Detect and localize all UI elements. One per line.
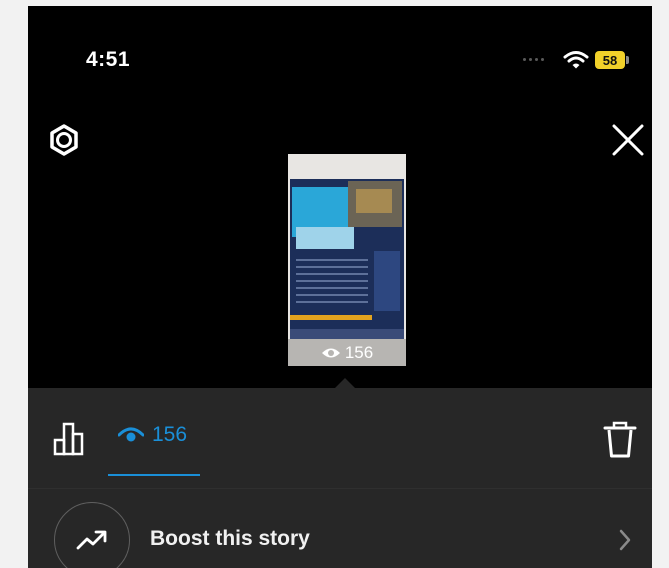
battery-nub xyxy=(626,56,629,64)
close-button[interactable] xyxy=(608,120,648,160)
gear-icon xyxy=(50,124,78,156)
bar-chart-icon xyxy=(53,422,84,456)
thumbnail-pointer xyxy=(335,378,355,388)
wifi-icon xyxy=(563,51,589,69)
story-thumbnail[interactable]: 156 xyxy=(288,154,406,366)
trash-icon xyxy=(603,421,637,458)
trending-up-icon xyxy=(76,530,107,550)
cellular-signal-icon xyxy=(523,58,544,61)
story-viewer: 4:51 58 156 156 Boost this story xyxy=(28,6,652,568)
insights-panel: 156 Boost this story xyxy=(28,388,652,568)
active-tab-indicator xyxy=(108,474,200,476)
divider xyxy=(28,488,652,489)
status-time: 4:51 xyxy=(86,48,131,71)
chevron-right-icon xyxy=(619,529,631,551)
close-icon xyxy=(612,124,644,156)
insights-button[interactable] xyxy=(52,418,92,458)
eye-icon xyxy=(321,348,340,357)
story-flyer-image xyxy=(290,179,404,339)
viewers-count: 156 xyxy=(152,423,188,446)
delete-button[interactable] xyxy=(602,420,638,460)
viewers-tab[interactable]: 156 xyxy=(112,414,193,456)
settings-button[interactable] xyxy=(46,122,82,158)
eye-icon xyxy=(118,427,144,442)
thumbnail-view-count: 156 xyxy=(288,339,406,366)
battery-level: 58 xyxy=(602,52,618,68)
battery-indicator: 58 xyxy=(595,51,625,69)
boost-label: Boost this story xyxy=(150,527,310,550)
thumbnail-views-text: 156 xyxy=(344,342,374,362)
boost-story-button[interactable]: Boost this story xyxy=(28,490,652,568)
boost-icon-circle xyxy=(54,502,130,568)
